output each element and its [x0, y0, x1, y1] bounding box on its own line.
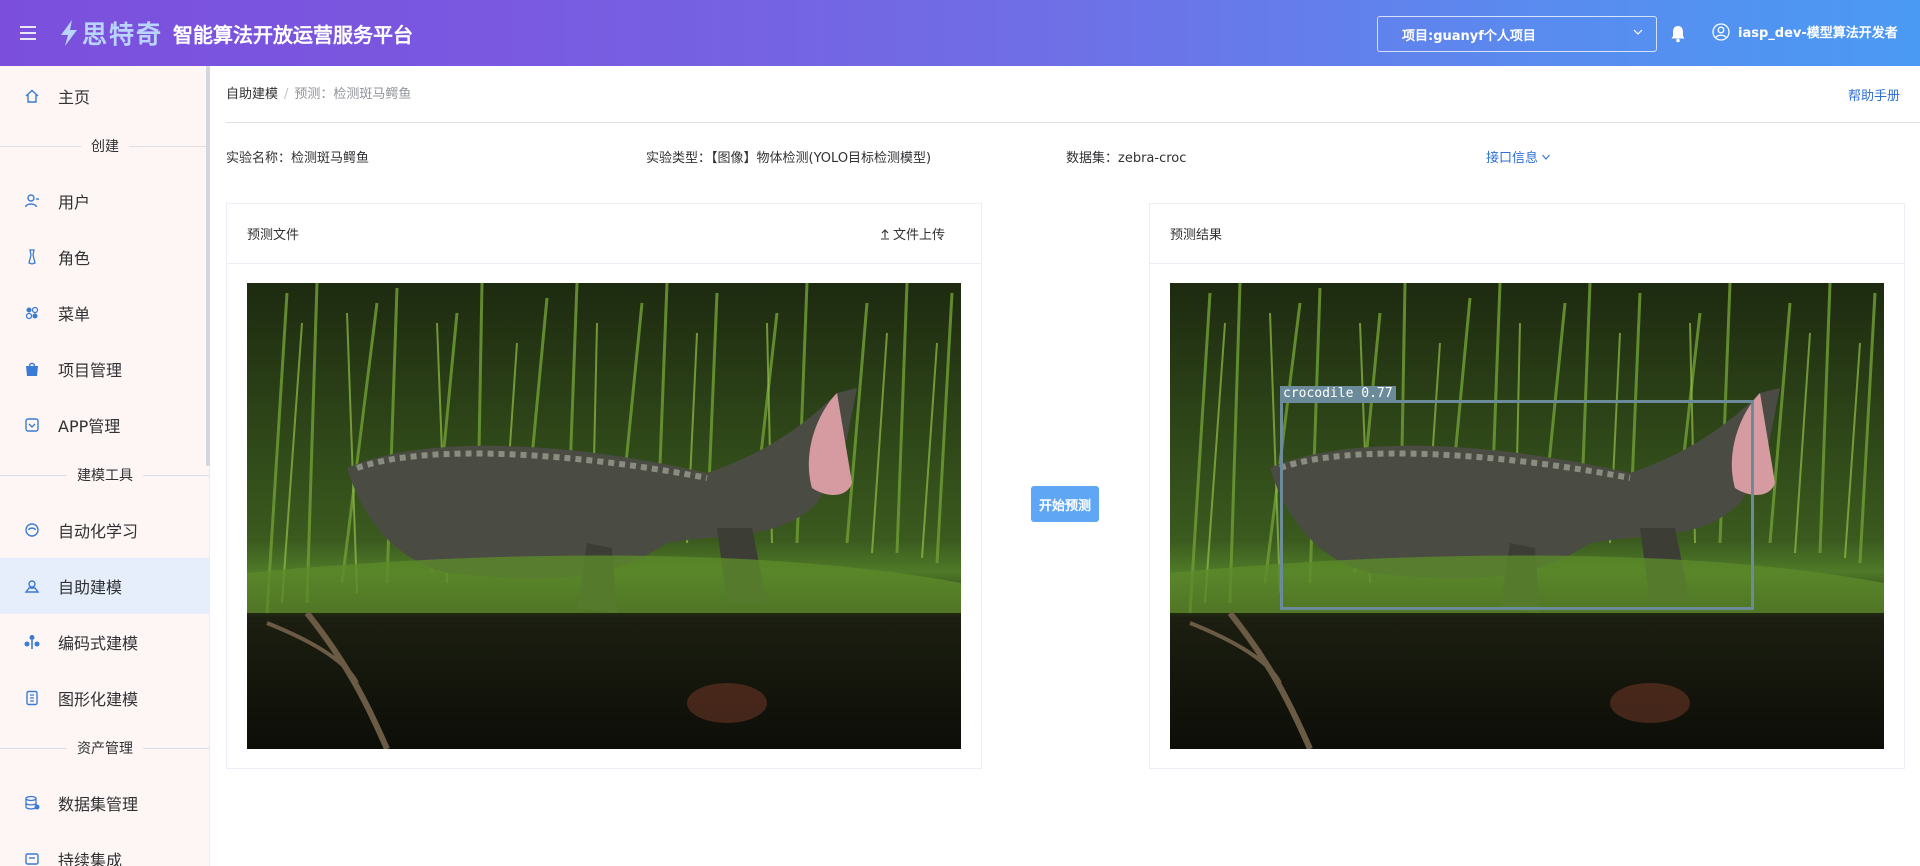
app-title: 智能算法开放运营服务平台 [173, 22, 414, 47]
predict-result-title: 预测结果 [1170, 228, 1223, 243]
start-prediction-button[interactable]: 开始预测 [1031, 486, 1099, 522]
code-model-icon [24, 634, 40, 650]
user-avatar-icon [1712, 22, 1730, 41]
menu-grid-icon [24, 305, 40, 321]
section-create: 创建 [0, 136, 209, 156]
breadcrumb-parent[interactable]: 自助建模 [226, 87, 278, 102]
sidebar-item-datasets[interactable]: 数据集管理 [0, 775, 209, 831]
sidebar-item-roles[interactable]: 角色 [0, 229, 209, 285]
sidebar-item-label: 自动化学习 [58, 522, 139, 541]
header-divider [226, 122, 1920, 123]
sidebar-item-label: 图形化建模 [58, 690, 139, 709]
ci-icon [24, 851, 40, 866]
sidebar-scrollbar[interactable] [206, 66, 210, 466]
upload-icon [880, 228, 889, 240]
predict-file-header: 预测文件 文件上传 [227, 204, 981, 264]
graph-model-icon [24, 690, 40, 706]
experiment-dataset: 数据集：zebra-croc [1066, 151, 1187, 166]
crocodile-photo [247, 283, 961, 749]
sidebar-item-label: 数据集管理 [58, 795, 139, 814]
experiment-name: 实验名称：检测斑马鳄鱼 [226, 151, 370, 166]
sidebar-item-menus[interactable]: 菜单 [0, 285, 209, 341]
sidebar-item-label: APP管理 [58, 417, 121, 436]
sidebar-item-label: 菜单 [58, 305, 91, 324]
sidebar-item-automl[interactable]: 自动化学习 [0, 502, 209, 558]
dataset-icon [24, 795, 40, 811]
detection-label: crocodile 0.77 [1280, 386, 1396, 402]
bag-icon [24, 361, 40, 377]
sidebar-item-label: 用户 [58, 193, 91, 212]
experiment-type: 实验类型：【图像】物体检测(YOLO目标检测模型) [646, 151, 932, 166]
interface-info-label: 接口信息 [1486, 151, 1539, 166]
home-icon [24, 88, 40, 104]
predict-result-header: 预测结果 [1150, 204, 1904, 264]
menu-toggle-icon[interactable] [20, 26, 50, 40]
file-upload-label: 文件上传 [892, 228, 945, 243]
sidebar-item-projects[interactable]: 项目管理 [0, 341, 209, 397]
input-image-crocodile [247, 283, 961, 749]
section-asset-management: 资产管理 [0, 738, 209, 758]
role-icon [24, 249, 40, 265]
help-manual-link[interactable]: 帮助手册 [1848, 85, 1900, 104]
user-icon [24, 193, 40, 209]
sidebar-item-users[interactable]: 用户 [0, 173, 209, 229]
user-menu[interactable]: iasp_dev-模型算法开发者 [1712, 22, 1898, 41]
detection-bounding-box: crocodile 0.77 [1280, 386, 1754, 610]
app-icon [24, 417, 40, 433]
chevron-down-icon [1633, 29, 1643, 35]
breadcrumb-current: 预测：检测斑马鳄鱼 [294, 87, 412, 102]
sidebar: 主页 创建 用户 角色 菜单 项目管理 APP管理 建模工具 自动化学习 自助建… [0, 66, 210, 866]
breadcrumb-separator: / [284, 87, 289, 102]
sidebar-item-label: 持续集成 [58, 851, 123, 866]
sidebar-item-code-modeling[interactable]: 编码式建模 [0, 614, 209, 670]
sidebar-item-label: 自助建模 [58, 578, 123, 597]
sidebar-item-graph-modeling[interactable]: 图形化建模 [0, 670, 209, 726]
chevron-down-icon [1542, 154, 1550, 160]
interface-info-toggle[interactable]: 接口信息 [1486, 147, 1551, 166]
predict-result-card: 预测结果 crocodile 0.77 [1149, 203, 1905, 769]
predict-file-card: 预测文件 文件上传 [226, 203, 982, 769]
predict-file-title: 预测文件 [247, 228, 300, 243]
file-upload-button[interactable]: 文件上传 [879, 224, 945, 243]
top-header: 思特奇 智能算法开放运营服务平台 项目:guanyf个人项目 iasp_dev-… [0, 0, 1920, 66]
section-modeling-tools: 建模工具 [0, 465, 209, 485]
sidebar-item-label: 主页 [58, 88, 91, 107]
app-logo: 思特奇 智能算法开放运营服务平台 [58, 15, 413, 51]
project-select-value: 项目:guanyf个人项目 [1402, 28, 1536, 44]
breadcrumb: 自助建模 / 预测：检测斑马鳄鱼 [226, 83, 411, 102]
self-model-icon [24, 578, 40, 594]
auto-learn-icon [24, 522, 40, 538]
bell-icon[interactable] [1670, 25, 1686, 43]
sidebar-item-label: 角色 [58, 249, 91, 268]
sidebar-item-ci[interactable]: 持续集成 [0, 831, 209, 866]
user-name: iasp_dev-模型算法开发者 [1738, 26, 1898, 41]
sidebar-item-label: 项目管理 [58, 361, 123, 380]
bolt-logo-icon [61, 20, 77, 46]
brand-name: 思特奇 [82, 20, 164, 49]
sidebar-item-label: 编码式建模 [58, 634, 139, 653]
sidebar-item-home[interactable]: 主页 [0, 68, 209, 124]
project-select[interactable]: 项目:guanyf个人项目 [1377, 16, 1657, 52]
sidebar-item-apps[interactable]: APP管理 [0, 397, 209, 453]
result-image-crocodile: crocodile 0.77 [1170, 283, 1884, 749]
sidebar-item-self-modeling[interactable]: 自助建模 [0, 558, 209, 614]
